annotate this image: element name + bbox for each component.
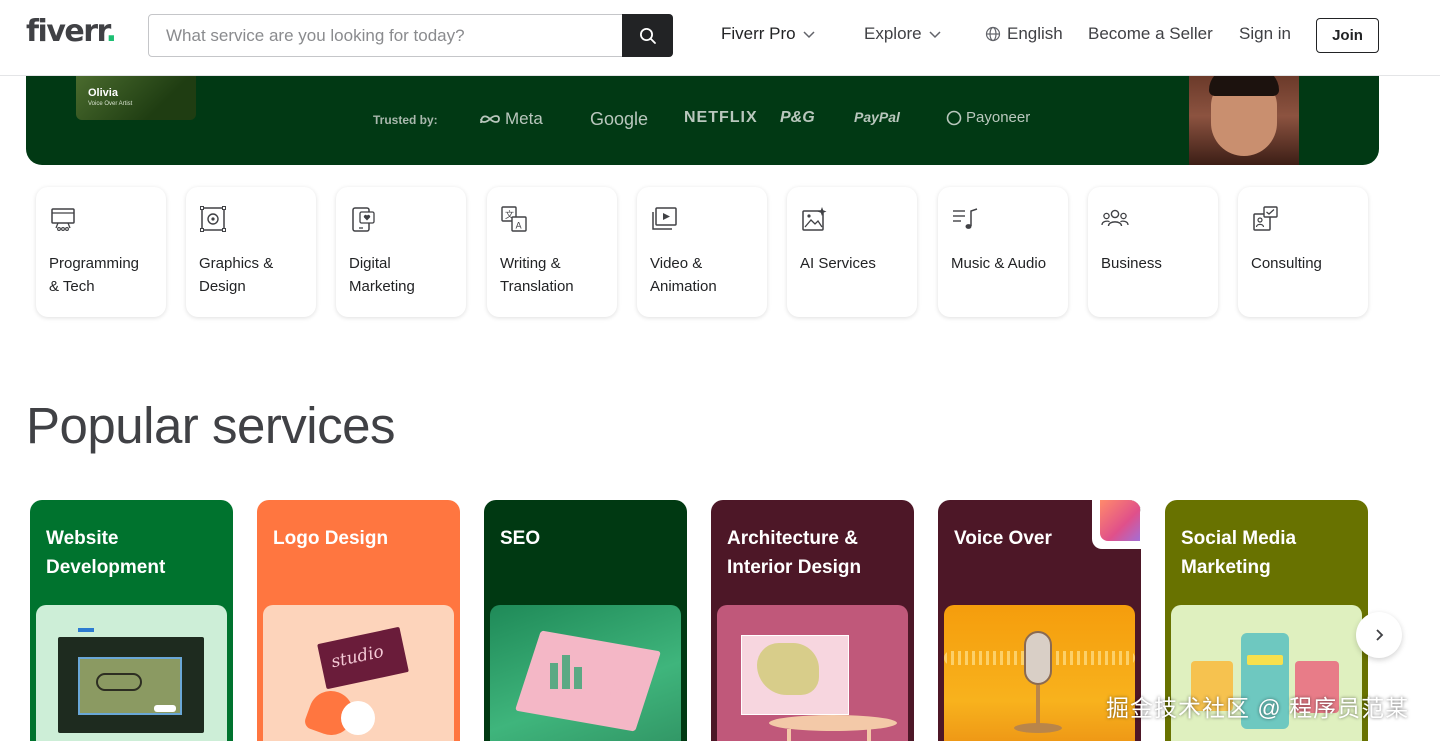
category-label: Graphics & Design xyxy=(199,255,274,295)
category-label: Music & Audio xyxy=(951,255,1047,272)
freelancer-thumbnail: Olivia Voice Over Artist xyxy=(76,76,196,120)
chevron-down-icon xyxy=(803,31,815,39)
search-input[interactable] xyxy=(149,15,623,56)
category-digital-marketing[interactable]: Digital Marketing xyxy=(336,187,466,317)
people-icon xyxy=(1101,209,1129,227)
service-card-architecture-interior[interactable]: Architecture & Interior Design xyxy=(711,500,914,741)
service-label: Logo Design xyxy=(273,528,389,549)
fiverr-logo[interactable]: fiverr. xyxy=(26,14,117,49)
brand-meta: Meta xyxy=(479,109,543,129)
brand-payoneer: Payoneer xyxy=(946,109,1030,126)
category-consulting[interactable]: Consulting xyxy=(1238,187,1368,317)
freelancer-name: Olivia xyxy=(88,87,118,99)
portrait-hair xyxy=(1209,76,1279,96)
chevron-right-icon xyxy=(1376,629,1384,641)
brand-paypal: PayPal xyxy=(854,109,900,125)
category-programming-tech[interactable]: Programming & Tech xyxy=(36,187,166,317)
service-image-website xyxy=(36,605,227,741)
consulting-icon xyxy=(1253,206,1278,231)
microphone-base xyxy=(1014,723,1062,733)
armchair-shape xyxy=(757,643,819,695)
design-frame-icon xyxy=(200,206,226,232)
service-label: Website Development xyxy=(46,528,166,578)
hero-banner: Olivia Voice Over Artist Trusted by: Met… xyxy=(26,76,1379,165)
nav-become-seller[interactable]: Become a Seller xyxy=(1088,24,1213,44)
selection-tab xyxy=(78,628,94,632)
category-label: Video & Animation xyxy=(650,255,717,295)
chart-bar-1 xyxy=(550,663,558,689)
search-icon xyxy=(639,27,656,44)
nav-language[interactable]: English xyxy=(985,24,1063,44)
category-writing-translation[interactable]: 文A Writing & Translation xyxy=(487,187,617,317)
join-button[interactable]: Join xyxy=(1316,18,1379,53)
payoneer-circle-icon xyxy=(946,110,962,125)
category-label: AI Services xyxy=(800,255,876,272)
category-music-audio[interactable]: Music & Audio xyxy=(938,187,1068,317)
brand-netflix: NETFLIX xyxy=(684,109,758,126)
nav-language-label: English xyxy=(1007,24,1063,43)
microphone-head xyxy=(1024,631,1052,685)
search-button[interactable] xyxy=(622,14,673,57)
brand-pg: P&G xyxy=(780,109,815,126)
category-ai-services[interactable]: AI Services xyxy=(787,187,917,317)
logo-dot: . xyxy=(105,14,117,49)
logo-text: fiverr xyxy=(26,14,107,49)
white-circle xyxy=(341,701,375,735)
category-video-animation[interactable]: Video & Animation xyxy=(637,187,767,317)
search-bar xyxy=(148,14,673,57)
service-label: Architecture & Interior Design xyxy=(727,528,862,578)
table-leg-1 xyxy=(787,729,791,741)
carousel-next-button[interactable] xyxy=(1356,612,1402,658)
report-sheet xyxy=(515,630,661,732)
category-label: Programming & Tech xyxy=(49,255,140,295)
category-graphics-design[interactable]: Graphics & Design xyxy=(186,187,316,317)
popular-services-title: Popular services xyxy=(26,397,396,454)
microphone-stand xyxy=(1036,685,1040,725)
service-image-architecture xyxy=(717,605,908,741)
sunglasses-shape xyxy=(96,673,142,691)
category-business[interactable]: Business xyxy=(1088,187,1218,317)
nav-become-seller-label: Become a Seller xyxy=(1088,24,1213,43)
service-card-website-development[interactable]: Website Development xyxy=(30,500,233,741)
brand-google: Google xyxy=(590,109,649,129)
cursor-button xyxy=(154,705,176,712)
watermark-text: 掘金技术社区 @ 程序员范某 xyxy=(1106,695,1410,721)
gradient-thumbnail xyxy=(1100,500,1140,541)
phone-heart-icon xyxy=(352,207,375,232)
category-label: Digital Marketing xyxy=(349,255,415,295)
globe-icon xyxy=(985,26,1001,42)
nav-explore[interactable]: Explore xyxy=(864,24,942,44)
site-header: fiverr. Fiverr Pro Explore English Becom… xyxy=(0,0,1440,76)
service-card-seo[interactable]: SEO xyxy=(484,500,687,741)
nav-sign-in-label: Sign in xyxy=(1239,24,1291,43)
service-label: Social Media Marketing xyxy=(1181,528,1297,578)
donut-shape xyxy=(610,681,638,709)
post-banner xyxy=(1247,655,1283,665)
meta-infinity-icon xyxy=(480,115,500,124)
nav-sign-in[interactable]: Sign in xyxy=(1239,24,1291,44)
ai-image-icon xyxy=(802,207,827,231)
svg-text:A: A xyxy=(516,222,523,232)
category-label: Consulting xyxy=(1251,255,1322,272)
service-image-logo: studio xyxy=(263,605,454,741)
chevron-down-icon xyxy=(929,31,941,39)
nav-explore-label: Explore xyxy=(864,24,922,43)
nav-fiverr-pro-label: Fiverr Pro xyxy=(721,24,796,43)
freelancer-portrait xyxy=(1189,76,1299,165)
category-label: Business xyxy=(1101,255,1162,272)
service-image-seo xyxy=(490,605,681,741)
trusted-by-label: Trusted by: xyxy=(373,113,438,127)
video-play-icon xyxy=(652,207,677,230)
chart-bar-2 xyxy=(562,655,570,689)
freelancer-role: Voice Over Artist xyxy=(88,101,133,107)
chart-bar-3 xyxy=(574,667,582,689)
nav-fiverr-pro[interactable]: Fiverr Pro xyxy=(721,24,816,44)
category-label: Writing & Translation xyxy=(500,255,574,295)
service-label: SEO xyxy=(500,528,541,549)
monitor-code-icon xyxy=(51,208,75,231)
music-note-icon xyxy=(953,208,978,229)
translate-icon: 文A xyxy=(501,206,527,232)
service-card-logo-design[interactable]: Logo Design studio xyxy=(257,500,460,741)
table-leg-2 xyxy=(867,729,871,741)
